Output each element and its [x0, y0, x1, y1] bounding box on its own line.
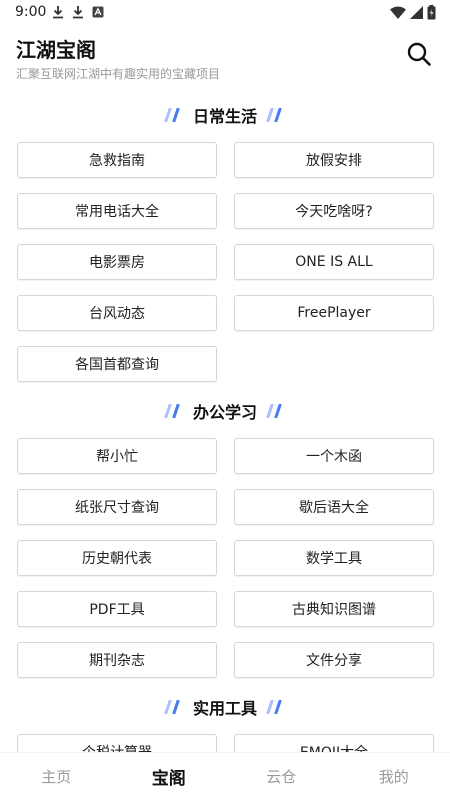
section: 日常生活急救指南 放假安排 常用电话大全 今天吃啥呀? 电影票房 ONE IS ALL 台风… [0, 92, 450, 382]
page-title: 江湖宝阁 [16, 38, 96, 62]
signal-icon [410, 6, 423, 19]
tab-3[interactable]: 我的 [338, 753, 450, 800]
tab-2[interactable]: 云仓 [225, 753, 338, 800]
tool-button[interactable]: PDF工具 [17, 591, 217, 627]
status-system-icons [390, 5, 436, 20]
tool-grid: 帮小忙 一个木函 纸张尺寸查询 歇后语大全 历史朝代表 数学工具 PDF工具 古典知识图谱 期刊… [0, 434, 450, 678]
tool-button[interactable]: 个税计算器 [17, 734, 217, 752]
download-icon [53, 6, 63, 19]
wifi-icon [390, 6, 406, 19]
tool-grid: 个税计算器 EMOJI大全 [0, 730, 450, 752]
status-time: 9:00 [15, 4, 47, 20]
search-icon [407, 42, 431, 66]
tool-grid: 急救指南 放假安排 常用电话大全 今天吃啥呀? 电影票房 ONE IS ALL 台风动态 Fr… [0, 138, 450, 382]
section-header: 办公学习 [0, 388, 450, 434]
tool-button[interactable]: 历史朝代表 [17, 540, 217, 576]
tool-button[interactable]: 电影票房 [17, 244, 217, 280]
tool-button[interactable]: 文件分享 [234, 642, 434, 678]
tool-button[interactable]: FreePlayer [234, 295, 434, 331]
battery-icon [427, 5, 436, 20]
page-subtitle: 汇聚互联网江湖中有趣实用的宝藏项目 [16, 67, 221, 81]
tool-button[interactable]: EMOJI大全 [234, 734, 434, 752]
tool-button[interactable]: 常用电话大全 [17, 193, 217, 229]
double-slash-icon [164, 700, 180, 714]
double-slash-icon [266, 108, 282, 122]
search-button[interactable] [406, 41, 432, 67]
section-title: 实用工具 [192, 699, 257, 718]
tool-button[interactable]: 各国首都查询 [17, 346, 217, 382]
section-title: 日常生活 [192, 107, 257, 126]
section-header: 日常生活 [0, 92, 450, 138]
bottom-tab-bar: 主页 宝阁 云仓 我的 [0, 752, 450, 800]
section: 实用工具个税计算器 EMOJI大全 [0, 684, 450, 752]
section-title: 办公学习 [192, 403, 257, 422]
tool-button[interactable]: 急救指南 [17, 142, 217, 178]
app-notification-icon [92, 6, 104, 18]
tool-button[interactable]: 纸张尺寸查询 [17, 489, 217, 525]
tool-button[interactable]: 数学工具 [234, 540, 434, 576]
double-slash-icon [164, 404, 180, 418]
tool-sections[interactable]: 日常生活急救指南 放假安排 常用电话大全 今天吃啥呀? 电影票房 ONE IS ALL 台风… [0, 92, 450, 752]
tab-0[interactable]: 主页 [0, 753, 113, 800]
section: 办公学习帮小忙 一个木函 纸张尺寸查询 歇后语大全 历史朝代表 数学工具 PDF工具 古典知识… [0, 388, 450, 678]
tool-button[interactable]: 一个木函 [234, 438, 434, 474]
double-slash-icon [266, 700, 282, 714]
double-slash-icon [164, 108, 180, 122]
download-icon [73, 6, 83, 19]
tool-button[interactable]: 放假安排 [234, 142, 434, 178]
tool-button[interactable]: 歇后语大全 [234, 489, 434, 525]
tool-button[interactable]: 古典知识图谱 [234, 591, 434, 627]
app-header: 江湖宝阁 汇聚互联网江湖中有趣实用的宝藏项目 [0, 26, 450, 86]
status-bar: 9:00 [0, 0, 450, 26]
tool-button[interactable]: 今天吃啥呀? [234, 193, 434, 229]
tab-1[interactable]: 宝阁 [113, 753, 226, 800]
tool-button[interactable]: 帮小忙 [17, 438, 217, 474]
double-slash-icon [266, 404, 282, 418]
section-header: 实用工具 [0, 684, 450, 730]
status-notification-icons [52, 5, 104, 19]
tool-button[interactable]: 期刊杂志 [17, 642, 217, 678]
tool-button[interactable]: ONE IS ALL [234, 244, 434, 280]
tool-button[interactable]: 台风动态 [17, 295, 217, 331]
